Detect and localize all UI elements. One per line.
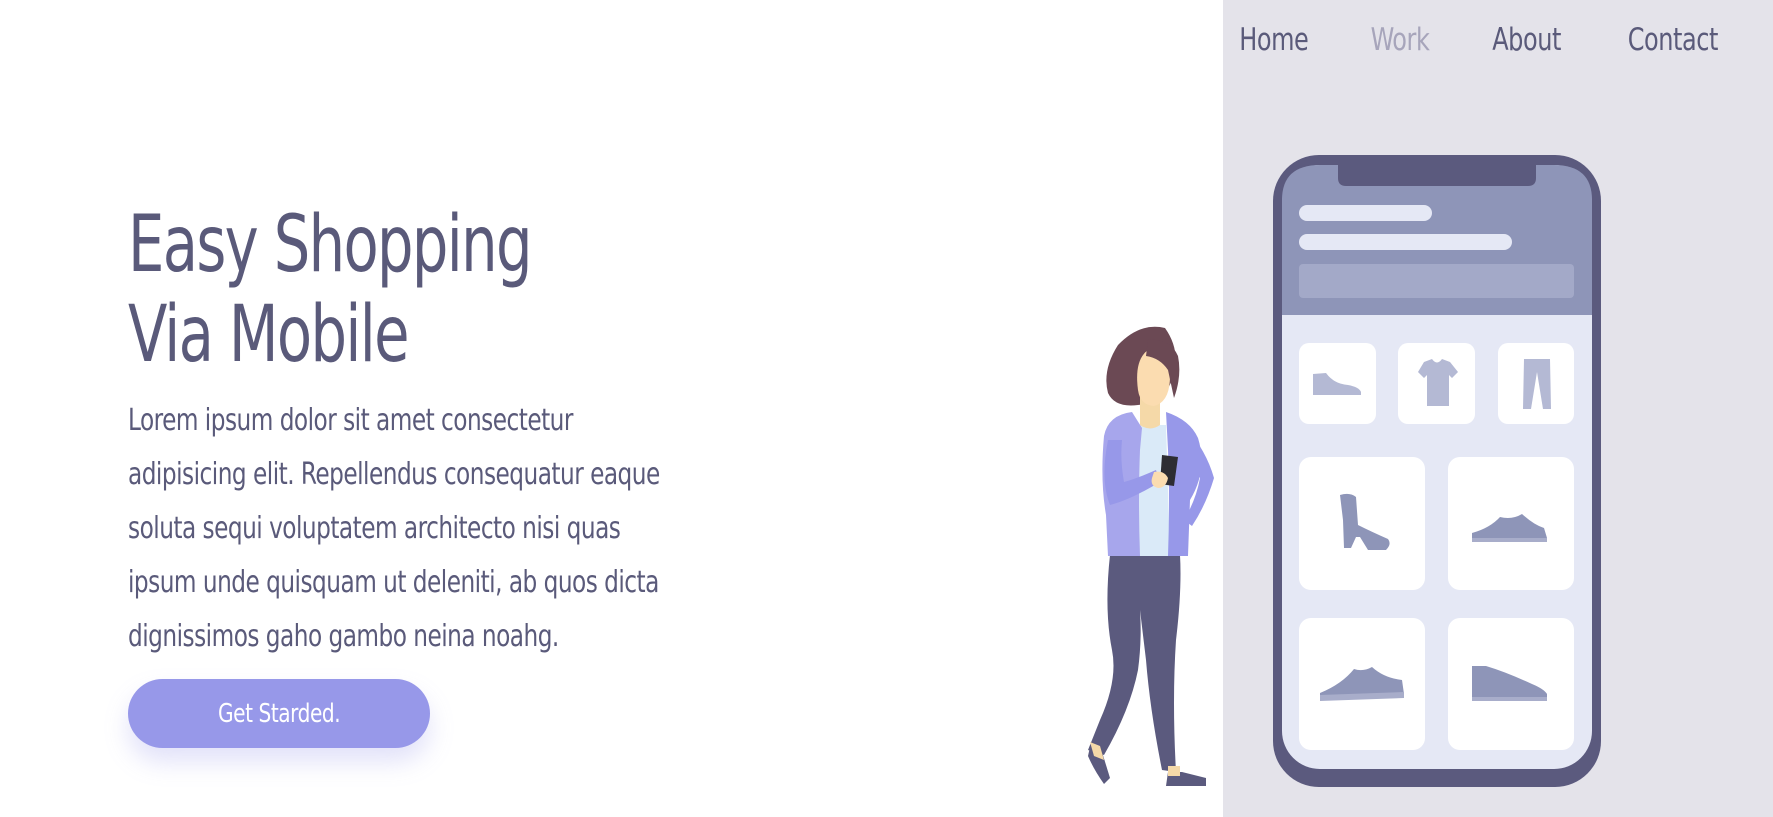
face [1137,350,1170,406]
neck [1140,396,1160,429]
left-arm [1104,440,1160,505]
left-ankle [1090,742,1104,760]
main-nav: Home Work About Contact [1228,22,1718,58]
jacket-right [1166,412,1202,556]
phone-illustration [1273,155,1601,787]
nav-contact[interactable]: Contact [1628,22,1719,58]
hand [1151,471,1168,488]
right-shoe [1166,772,1206,786]
hair-front [1146,339,1180,398]
get-started-label: Get Starded. [217,698,341,729]
hero-title-line1: Easy Shopping [128,200,533,290]
hero-title-line2: Via Mobile [128,290,410,380]
phone-frame [1273,155,1601,787]
get-started-button[interactable]: Get Starded. [128,679,430,748]
jacket-left [1102,412,1142,556]
hero-title: Easy Shopping Via Mobile [128,200,702,380]
right-arm [1180,428,1214,526]
hero-description: Lorem ipsum dolor sit amet consectetur a… [128,403,660,654]
nav-about[interactable]: About [1492,22,1561,58]
nav-work[interactable]: Work [1370,22,1429,58]
handheld-phone [1160,455,1178,486]
hair [1106,326,1176,406]
nav-home[interactable]: Home [1239,22,1309,58]
woman-illustration [1088,326,1214,786]
right-ankle [1168,766,1180,776]
shirt [1128,425,1170,556]
legs [1088,555,1181,772]
hero-section: Easy Shopping Via Mobile Lorem ipsum dol… [128,200,688,664]
left-shoe [1088,747,1110,784]
